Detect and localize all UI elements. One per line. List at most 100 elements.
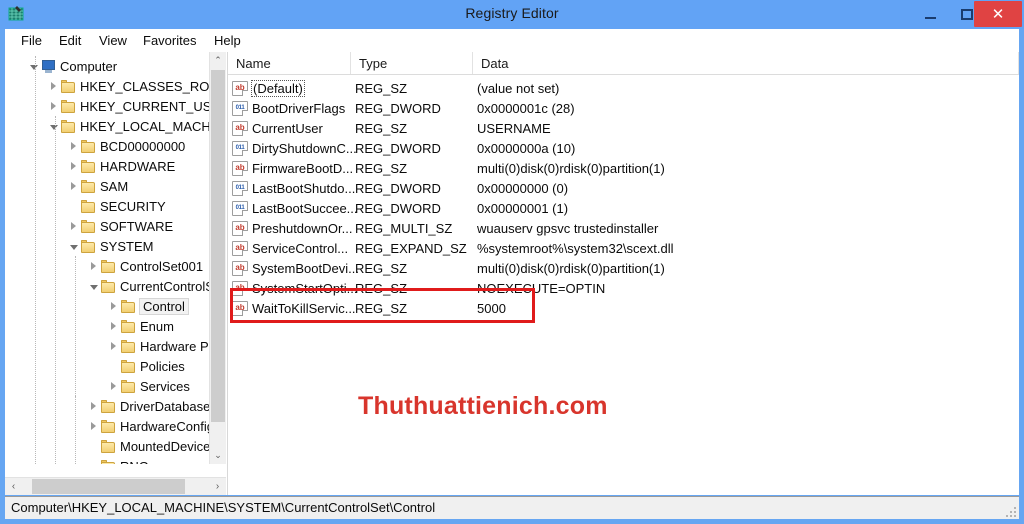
- value-row[interactable]: ab ServiceControl... REG_EXPAND_SZ %systemr…: [228, 238, 1019, 258]
- chevron-right-icon[interactable]: [107, 296, 120, 316]
- chevron-right-icon[interactable]: [67, 176, 80, 196]
- tree-node-controlset001[interactable]: ControlSet001: [87, 256, 206, 276]
- tree-node-rng[interactable]: RNG: [87, 456, 152, 464]
- chevron-right-icon[interactable]: [107, 316, 120, 336]
- scroll-down-icon[interactable]: ⌄: [210, 447, 226, 464]
- minimize-button[interactable]: [910, 0, 950, 29]
- chevron-down-icon[interactable]: [67, 236, 80, 256]
- folder-icon: [120, 359, 136, 373]
- tree-node-hkey-classes-root[interactable]: HKEY_CLASSES_ROOT: [47, 76, 210, 96]
- value-row[interactable]: 011 LastBootSuccee... REG_DWORD 0x00000001 …: [228, 198, 1019, 218]
- menu-item-file[interactable]: File: [15, 32, 48, 49]
- value-name-label: (Default): [251, 79, 305, 97]
- value-row[interactable]: ab SystemStartOpti... REG_SZ NOEXECUTE=OPT…: [228, 278, 1019, 298]
- value-row[interactable]: 011 LastBootShutdo... REG_DWORD 0x00000000 …: [228, 178, 1019, 198]
- tree-node-software[interactable]: SOFTWARE: [67, 216, 176, 236]
- tree-node-services[interactable]: Services: [107, 376, 193, 396]
- reg-dword-icon: 011: [232, 200, 248, 216]
- tree-horizontal-scrollbar[interactable]: ‹ ›: [5, 477, 226, 495]
- column-header-type[interactable]: Type: [351, 52, 473, 74]
- chevron-right-icon[interactable]: [107, 336, 120, 356]
- menu-item-view[interactable]: View: [93, 32, 133, 49]
- tree-node-label: HKEY_CLASSES_ROOT: [80, 78, 210, 94]
- tree-node-hardware[interactable]: HARDWARE: [67, 156, 178, 176]
- value-name-cell: 011 LastBootShutdo...: [232, 180, 355, 196]
- menu-item-help[interactable]: Help: [208, 32, 247, 49]
- chevron-right-icon[interactable]: [87, 256, 100, 276]
- content-panes: Computer HKEY_CLASSES_ROOT HKEY_CURRENT_US…: [5, 52, 1019, 495]
- value-row[interactable]: ab SystemBootDevi... REG_SZ multi(0)disk(0)…: [228, 258, 1019, 278]
- tree-node-label: Services: [140, 378, 190, 394]
- value-row[interactable]: 011 BootDriverFlags REG_DWORD 0x0000001c (2…: [228, 98, 1019, 118]
- value-data-cell: multi(0)disk(0)rdisk(0)partition(1): [477, 160, 665, 176]
- chevron-down-icon[interactable]: [47, 116, 60, 136]
- reg-dword-icon: 011: [232, 180, 248, 196]
- menu-item-favorites[interactable]: Favorites: [137, 32, 202, 49]
- value-row[interactable]: ab CurrentUser REG_SZ USERNAME: [228, 118, 1019, 138]
- registry-editor-window: Registry Editor ✕ File Edit View Favorites H…: [0, 0, 1024, 524]
- chevron-right-icon[interactable]: [67, 136, 80, 156]
- chevron-right-icon[interactable]: [47, 76, 60, 96]
- tree-node-currentcontrolset[interactable]: CurrentControlSet: [87, 276, 210, 296]
- scroll-right-icon[interactable]: ›: [209, 478, 226, 495]
- tree-node-hardware-prof[interactable]: Hardware Prof: [107, 336, 210, 356]
- tree-guide-line: [35, 56, 37, 464]
- value-row[interactable]: ab WaitToKillServic... REG_SZ 5000: [228, 298, 1019, 318]
- value-name-label: DirtyShutdownC...: [252, 140, 357, 156]
- tree-horizontal-scroll-thumb[interactable]: [32, 479, 185, 494]
- chevron-down-icon[interactable]: [27, 56, 40, 76]
- tree-node-bcd00000000[interactable]: BCD00000000: [67, 136, 188, 156]
- folder-icon: [100, 459, 116, 464]
- tree-vertical-scroll-thumb[interactable]: [211, 70, 225, 422]
- chevron-right-icon[interactable]: [67, 216, 80, 236]
- column-header-data[interactable]: Data: [473, 52, 1019, 74]
- chevron-right-icon[interactable]: [47, 96, 60, 116]
- tree-node-hkey-current-user[interactable]: HKEY_CURRENT_USER: [47, 96, 210, 116]
- tree-node-sam[interactable]: SAM: [67, 176, 131, 196]
- tree-node-policies[interactable]: Policies: [107, 356, 188, 376]
- folder-icon: [100, 279, 116, 293]
- value-type-cell: REG_MULTI_SZ: [355, 220, 453, 236]
- tree-vertical-scrollbar[interactable]: ⌃ ⌄: [209, 52, 226, 464]
- scroll-up-icon[interactable]: ⌃: [210, 52, 226, 69]
- chevron-right-icon[interactable]: [87, 416, 100, 436]
- chevron-right-icon[interactable]: [87, 396, 100, 416]
- tree-node-label: HardwareConfig: [120, 418, 210, 434]
- scroll-left-icon[interactable]: ‹: [5, 478, 22, 495]
- value-type-cell: REG_SZ: [355, 300, 408, 316]
- tree-node-mounteddevices[interactable]: MountedDevices: [87, 436, 210, 456]
- tree-node-driverdatabase[interactable]: DriverDatabase: [87, 396, 210, 416]
- chevron-right-icon[interactable]: [107, 376, 120, 396]
- value-row[interactable]: ab (Default) REG_SZ (value not set): [228, 78, 1019, 98]
- tree-node-security[interactable]: SECURITY: [67, 196, 169, 216]
- tree-node-system[interactable]: SYSTEM: [67, 236, 156, 256]
- close-icon: ✕: [991, 5, 1005, 23]
- value-name-label: LastBootSuccee...: [252, 200, 358, 216]
- resize-grip-icon: [1006, 507, 1016, 517]
- tree-node-hardwareconfig[interactable]: HardwareConfig: [87, 416, 210, 436]
- value-type-cell: REG_SZ: [355, 260, 408, 276]
- folder-icon: [120, 319, 136, 333]
- tree-node-control[interactable]: Control: [107, 296, 189, 316]
- registry-tree-pane[interactable]: Computer HKEY_CLASSES_ROOT HKEY_CURRENT_US…: [5, 52, 228, 495]
- menu-item-edit[interactable]: Edit: [53, 32, 87, 49]
- close-button[interactable]: ✕: [974, 1, 1022, 27]
- tree-node-label: RNG: [120, 459, 152, 465]
- tree-node-computer[interactable]: Computer: [27, 56, 120, 76]
- tree-guide-line: [75, 396, 77, 464]
- value-type-cell: REG_SZ: [355, 80, 408, 96]
- tree-node-hkey-local-machine[interactable]: HKEY_LOCAL_MACHINE: [47, 116, 210, 136]
- value-data-cell: USERNAME: [477, 120, 551, 136]
- tree-node-label: HKEY_LOCAL_MACHINE: [80, 118, 210, 134]
- chevron-down-icon[interactable]: [87, 276, 100, 296]
- registry-values-pane[interactable]: Name Type Data ab (Default) REG_SZ (value not…: [228, 52, 1019, 495]
- value-name-label: SystemBootDevi...: [252, 260, 359, 276]
- tree-node-enum[interactable]: Enum: [107, 316, 177, 336]
- value-row[interactable]: ab PreshutdownOr... REG_MULTI_SZ wuauserv g…: [228, 218, 1019, 238]
- column-header-name[interactable]: Name: [228, 52, 351, 74]
- value-row[interactable]: ab FirmwareBootD... REG_SZ multi(0)disk(0)r…: [228, 158, 1019, 178]
- chevron-right-icon[interactable]: [67, 156, 80, 176]
- value-row[interactable]: 011 DirtyShutdownC... REG_DWORD 0x0000000a …: [228, 138, 1019, 158]
